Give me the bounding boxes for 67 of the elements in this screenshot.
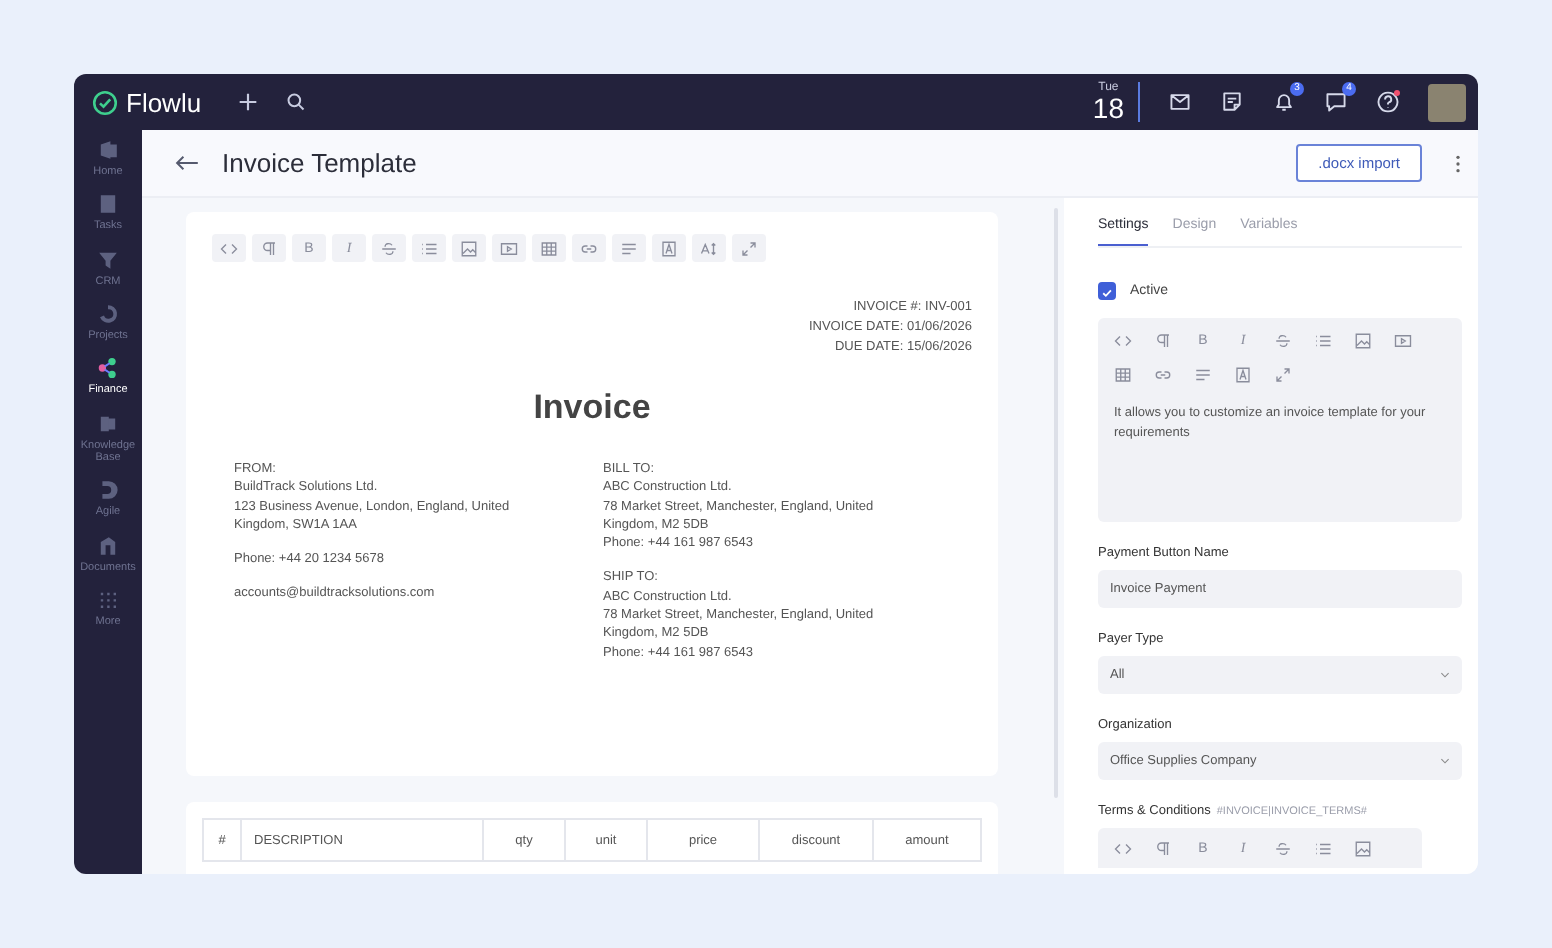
- paragraph-icon[interactable]: [1154, 332, 1172, 350]
- paragraph-icon[interactable]: [1154, 840, 1172, 858]
- strikethrough-icon[interactable]: [1274, 840, 1292, 858]
- color-icon[interactable]: [1234, 366, 1252, 384]
- format-button[interactable]: [652, 234, 686, 262]
- plus-icon[interactable]: [237, 92, 258, 112]
- sidebar-icon: [96, 587, 120, 612]
- chevron-down-icon: [1440, 672, 1450, 678]
- link-icon[interactable]: [1154, 366, 1172, 384]
- format-button[interactable]: [452, 234, 486, 262]
- image-icon[interactable]: [1354, 332, 1372, 350]
- format-button[interactable]: [692, 234, 726, 262]
- back-arrow-icon[interactable]: [174, 154, 200, 172]
- format-button[interactable]: [412, 234, 446, 262]
- help-icon[interactable]: [1376, 90, 1400, 114]
- app-name: Flowlu: [126, 87, 202, 117]
- table-icon[interactable]: [1114, 366, 1132, 384]
- format-button[interactable]: [732, 234, 766, 262]
- day-number: 18: [1092, 94, 1124, 122]
- format-button[interactable]: [252, 234, 286, 262]
- sidebar-icon: [96, 533, 120, 557]
- code-icon[interactable]: [1114, 840, 1132, 858]
- sidebar-icon: [96, 478, 120, 503]
- page-title: Invoice Template: [222, 148, 417, 178]
- chevron-down-icon: [1440, 758, 1450, 764]
- search-icon[interactable]: [285, 92, 306, 112]
- format-button[interactable]: [212, 234, 246, 262]
- align-icon[interactable]: [1194, 366, 1212, 384]
- checkbox[interactable]: [1098, 282, 1116, 300]
- sidebar-icon: [96, 411, 120, 436]
- expand-icon[interactable]: [1274, 366, 1292, 384]
- format-button[interactable]: [532, 234, 566, 262]
- code-icon: [220, 239, 238, 257]
- list-icon[interactable]: [1314, 332, 1332, 350]
- link-icon: [580, 239, 598, 257]
- invoice-title: Invoice: [531, 388, 653, 428]
- align-icon: [620, 239, 638, 257]
- code-icon[interactable]: [1114, 332, 1132, 350]
- mail-icon[interactable]: [1168, 90, 1192, 114]
- sidebar-icon: [96, 138, 120, 162]
- format-button[interactable]: [612, 234, 646, 262]
- list-icon: [420, 239, 438, 257]
- note-icon[interactable]: [1220, 90, 1244, 114]
- video-icon: [500, 239, 518, 257]
- bell-icon[interactable]: [1272, 90, 1296, 114]
- paragraph-icon: [260, 239, 278, 257]
- strikethrough-icon: [380, 239, 398, 257]
- expand-icon: [740, 239, 758, 257]
- sidebar-icon: [96, 247, 120, 272]
- list-icon[interactable]: [1314, 840, 1332, 858]
- sidebar-icon: [96, 301, 120, 326]
- format-button[interactable]: [492, 234, 526, 262]
- strikethrough-icon[interactable]: [1274, 332, 1292, 350]
- font-size-icon: [700, 239, 718, 257]
- image-icon[interactable]: [1354, 840, 1372, 858]
- table-icon: [540, 239, 558, 257]
- sidebar-icon: [96, 192, 120, 217]
- more-icon[interactable]: [1454, 153, 1462, 173]
- chat-icon[interactable]: [1324, 90, 1348, 114]
- format-button[interactable]: [572, 234, 606, 262]
- nodes-icon: [96, 356, 120, 381]
- video-icon[interactable]: [1394, 332, 1412, 350]
- format-button[interactable]: [372, 234, 406, 262]
- avatar-placeholder[interactable]: [1428, 83, 1466, 121]
- image-icon: [460, 239, 478, 257]
- check-circle-logo-icon: [92, 89, 118, 115]
- color-icon: [660, 239, 678, 257]
